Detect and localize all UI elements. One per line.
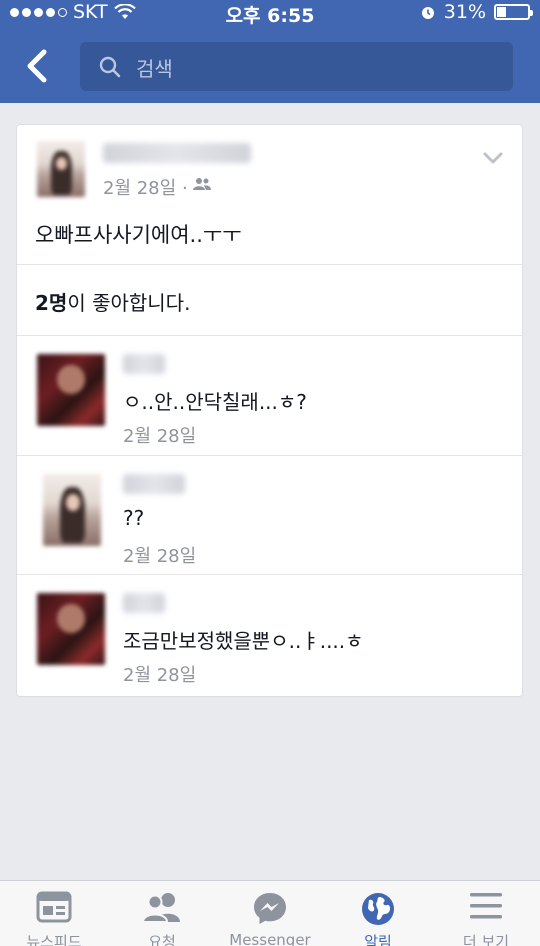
commenter-avatar[interactable] [37, 354, 105, 426]
newsfeed-icon [36, 891, 72, 923]
likes-suffix: 이 좋아합니다. [67, 291, 191, 315]
post-author-name[interactable] [103, 143, 251, 163]
tab-label: 알림 [364, 933, 392, 946]
battery-icon [494, 4, 533, 20]
comment-text: ?? [123, 506, 145, 530]
post-date[interactable]: 2월 28일 · [103, 174, 188, 200]
likes-summary[interactable]: 2명이 좋아합니다. [35, 287, 190, 316]
comment-text: ㅇ..안..안닥칠래...ㅎ? [123, 390, 307, 414]
bottom-tab-bar: 뉴스피드 요청 Messenger 알림 더 보기 [0, 880, 540, 946]
status-right: 31% [420, 1, 533, 23]
search-icon [99, 56, 121, 78]
comment-item: 조금만보정했을뿐ㅇ..ㅑ....ㅎ 2월 28일 [17, 575, 522, 697]
post-card: 2월 28일 · 오빠프사사기에여..ㅜㅜ 2명이 좋아합니다. ㅇ..안..안… [16, 124, 523, 697]
tab-requests[interactable]: 요청 [108, 881, 216, 946]
likes-count: 2명 [35, 291, 68, 315]
alarm-icon [421, 7, 434, 19]
back-button[interactable] [18, 44, 58, 88]
comment-item: ?? 2월 28일 [17, 456, 522, 574]
commenter-avatar[interactable] [43, 474, 101, 546]
comment-item: ㅇ..안..안닥칠래...ㅎ? 2월 28일 [17, 336, 522, 455]
chevron-down-icon[interactable] [482, 151, 504, 165]
comment-date[interactable]: 2월 28일 [123, 542, 196, 568]
post-text: 오빠프사사기에여..ㅜㅜ [35, 223, 242, 247]
commenter-avatar[interactable] [37, 593, 105, 665]
battery-percent: 31% [443, 1, 486, 23]
status-bar: SKT 오후 6:55 31% [0, 0, 540, 27]
friend-requests-icon [141, 893, 180, 923]
search-input[interactable]: 검색 [80, 42, 513, 91]
chevron-left-icon [27, 49, 47, 83]
comment-text: 조금만보정했을뿐ㅇ..ㅑ....ㅎ [123, 629, 364, 653]
tab-notifications[interactable]: 알림 [324, 881, 432, 946]
comment-date[interactable]: 2월 28일 [123, 422, 196, 448]
tab-label: 더 보기 [462, 933, 510, 946]
tab-more[interactable]: 더 보기 [432, 881, 540, 946]
tab-newsfeed[interactable]: 뉴스피드 [0, 881, 108, 946]
tab-label: 요청 [148, 933, 176, 946]
globe-icon [362, 893, 394, 925]
menu-icon [470, 893, 502, 919]
comment-date[interactable]: 2월 28일 [123, 661, 196, 687]
tab-messenger[interactable]: Messenger [216, 881, 324, 946]
post-author-avatar[interactable] [37, 141, 85, 197]
divider [17, 264, 522, 265]
top-header: SKT 오후 6:55 31% 검색 [0, 0, 540, 103]
commenter-name[interactable] [123, 354, 165, 374]
friends-icon [193, 178, 211, 190]
messenger-icon [254, 893, 286, 924]
commenter-name[interactable] [123, 474, 185, 494]
commenter-name[interactable] [123, 593, 165, 613]
tab-label: 뉴스피드 [26, 933, 82, 946]
tab-label: Messenger [229, 931, 311, 946]
search-placeholder: 검색 [136, 57, 173, 81]
